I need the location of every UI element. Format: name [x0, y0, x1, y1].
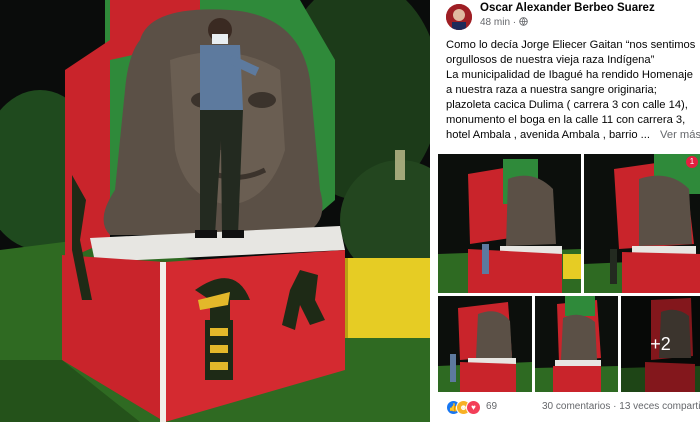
- post-text-line: Como lo decía Jorge Eliecer Gaitan “nos …: [446, 39, 696, 51]
- avatar-image: [446, 4, 472, 30]
- gallery-photo-2[interactable]: 1: [584, 154, 700, 293]
- photo-thumbnail: [438, 154, 581, 293]
- post-stats: 30 comentarios · 13 veces compartido: [542, 401, 700, 412]
- reaction-count: 69: [486, 401, 498, 412]
- post-text-line: hotel Ambala , avenida Ambala , barrio .…: [446, 129, 650, 141]
- post-meta: 48 min ·: [480, 17, 528, 28]
- see-more-link[interactable]: Ver más: [658, 128, 700, 143]
- notification-badge: 1: [686, 156, 698, 168]
- comments-count[interactable]: 30 comentarios: [542, 401, 610, 412]
- globe-icon: [519, 17, 528, 28]
- post-text-line: monumento el boga en la calle 11 con car…: [446, 114, 686, 126]
- gallery-photo-4[interactable]: [535, 296, 618, 392]
- monument-photo-illustration: [0, 0, 430, 422]
- post-main-photo[interactable]: [0, 0, 430, 422]
- photo-thumbnail: [438, 296, 532, 392]
- love-icon: ♥: [466, 400, 481, 415]
- gallery-photo-3[interactable]: [438, 296, 532, 392]
- post-text: Como lo decía Jorge Eliecer Gaitan “nos …: [446, 38, 700, 143]
- post-text-line: La municipalidad de Ibagué ha rendido Ho…: [446, 69, 693, 81]
- author-name[interactable]: Oscar Alexander Berbeo Suarez: [480, 2, 655, 14]
- post-text-line: plazoleta cacica Dulima ( carrera 3 con …: [446, 99, 688, 111]
- facebook-post: Oscar Alexander Berbeo Suarez 48 min · C…: [430, 0, 700, 422]
- stats-separator: ·: [613, 401, 617, 412]
- photo-thumbnail: [584, 154, 700, 293]
- post-header: Oscar Alexander Berbeo Suarez 48 min ·: [430, 0, 700, 38]
- shares-count[interactable]: 13 veces compartido: [619, 401, 700, 412]
- post-text-line: orgullosos de nuestra vieja raza Indígen…: [446, 54, 655, 66]
- more-photos-overlay[interactable]: +2: [621, 296, 700, 392]
- author-avatar[interactable]: [446, 4, 472, 30]
- post-text-last-line: hotel Ambala , avenida Ambala , barrio .…: [446, 128, 700, 143]
- gallery-photo-5[interactable]: +2: [621, 296, 700, 392]
- gallery-photo-1[interactable]: [438, 154, 581, 293]
- post-text-line: a nuestra raza a nuestra sangre originar…: [446, 84, 657, 96]
- post-time[interactable]: 48 min: [480, 17, 510, 28]
- photo-thumbnail: [535, 296, 618, 392]
